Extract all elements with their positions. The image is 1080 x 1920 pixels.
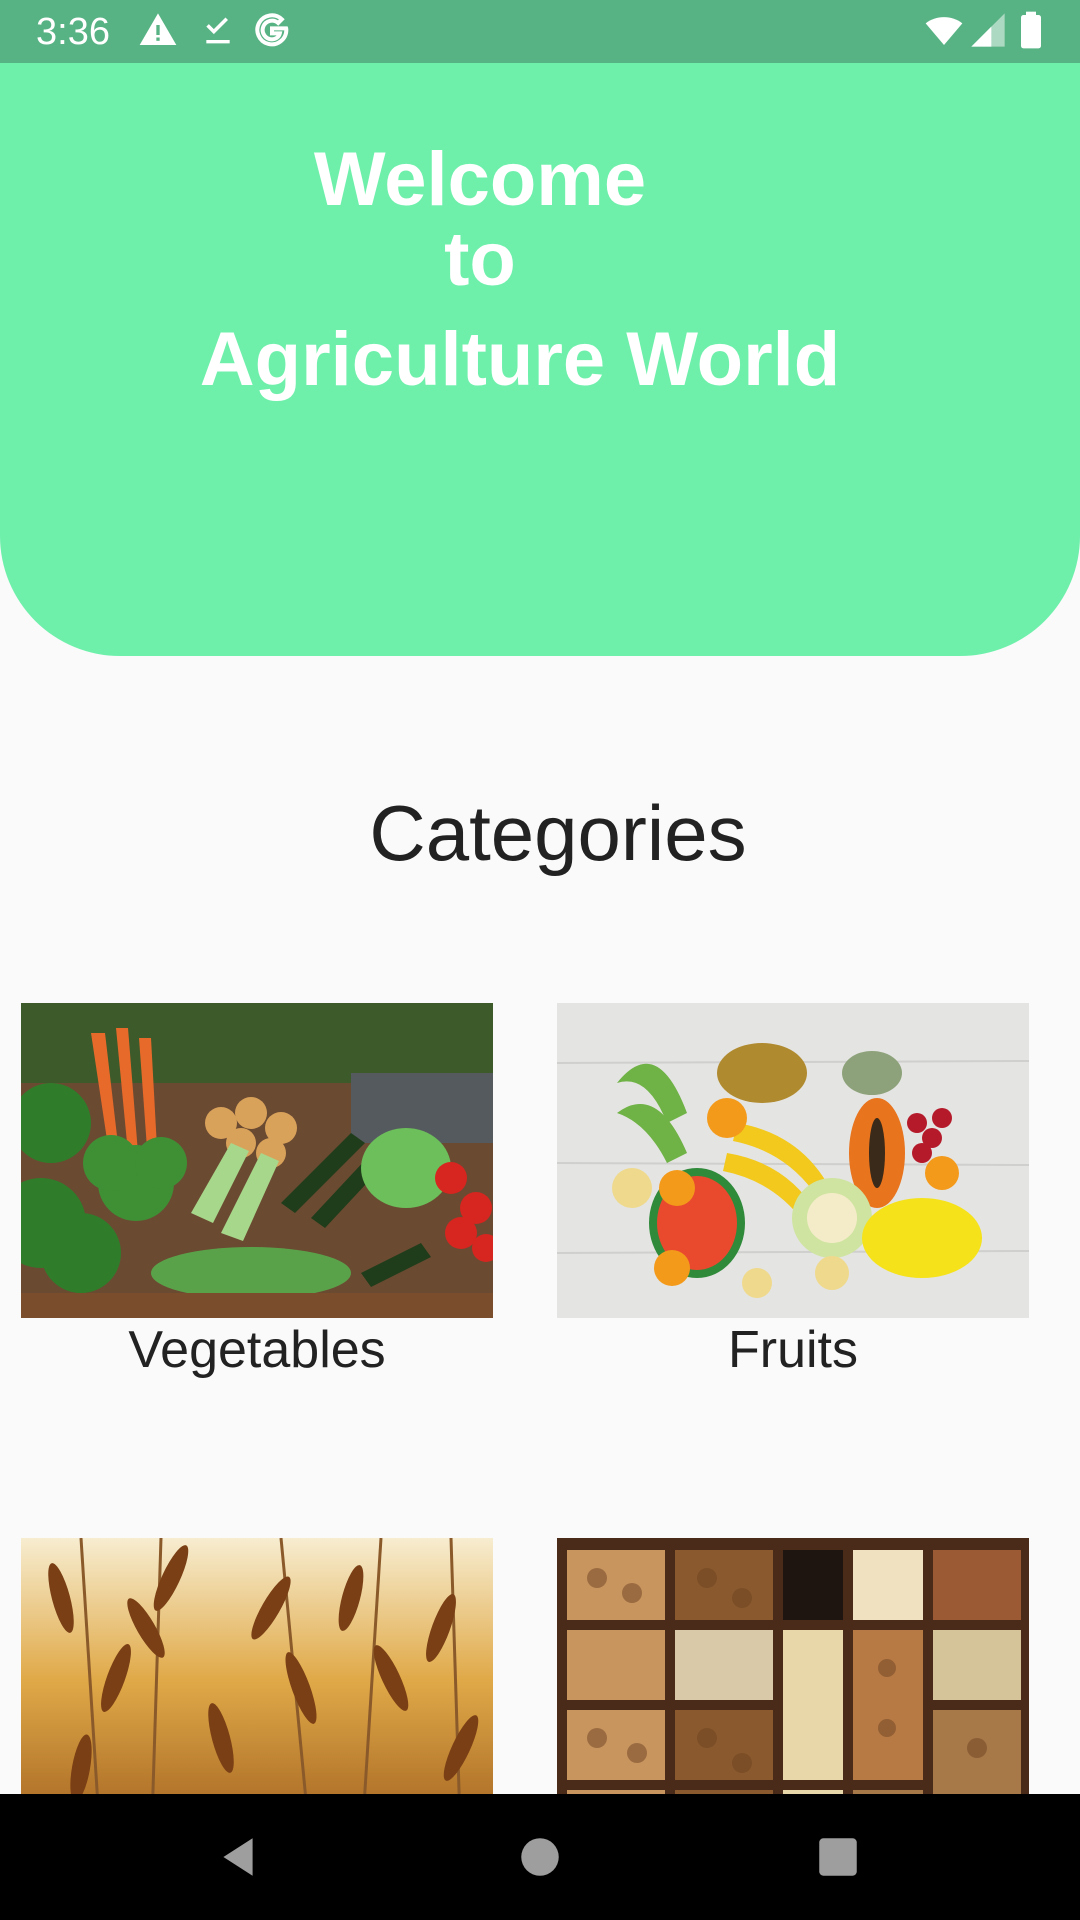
wifi-icon <box>925 17 963 45</box>
category-card-dry-fruits[interactable] <box>557 1538 1029 1794</box>
fruits-image <box>557 1003 1029 1318</box>
back-icon[interactable] <box>213 1832 263 1882</box>
home-icon[interactable] <box>515 1832 565 1882</box>
welcome-header: Welcome to Agriculture World <box>0 63 1080 656</box>
warning-icon <box>139 13 177 46</box>
signal-icon <box>971 13 1005 47</box>
navigation-bar <box>0 1794 1080 1920</box>
status-time: 3:36 <box>36 11 110 53</box>
pulses-image <box>21 1538 493 1794</box>
category-card-pulses[interactable] <box>21 1538 493 1794</box>
battery-icon <box>1021 11 1041 49</box>
vegetables-image <box>21 1003 493 1318</box>
welcome-line-2: to <box>444 217 516 302</box>
google-g-icon <box>255 13 289 47</box>
status-bar: 3:36 <box>0 0 1080 63</box>
welcome-line-3: Agriculture World <box>199 317 841 402</box>
category-card-vegetables[interactable] <box>21 1003 493 1318</box>
category-label-fruits: Fruits <box>728 1321 858 1379</box>
category-card-fruits[interactable] <box>557 1003 1029 1318</box>
download-done-icon <box>206 17 230 44</box>
categories-title: Categories <box>369 789 747 877</box>
dry-fruits-image <box>557 1538 1029 1794</box>
welcome-line-1: Welcome <box>313 137 647 222</box>
recents-icon[interactable] <box>813 1832 863 1882</box>
category-label-vegetables: Vegetables <box>128 1321 386 1379</box>
